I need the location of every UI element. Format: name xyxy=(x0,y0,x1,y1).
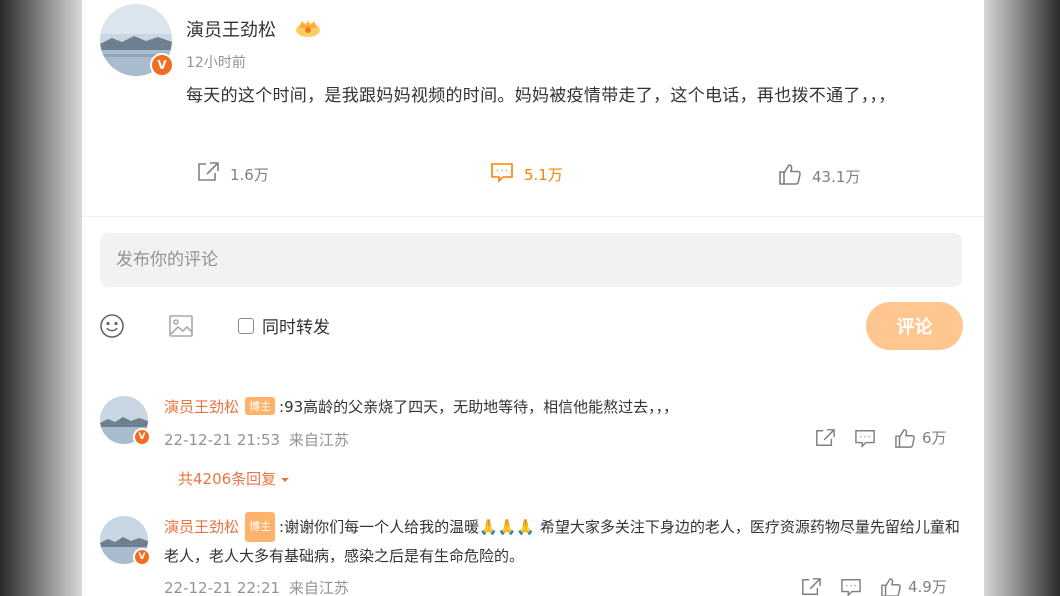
comment-like-button[interactable]: 4.9万 xyxy=(880,576,947,596)
repost-label: 同时转发 xyxy=(262,318,330,338)
comment-meta: 22-12-21 22:21 来自江苏 xyxy=(164,577,349,596)
comment-share-button[interactable] xyxy=(814,428,836,448)
share-count: 1.6万 xyxy=(230,165,269,184)
like-count: 43.1万 xyxy=(812,167,861,186)
comment-icon xyxy=(490,161,514,187)
comment-source: 来自江苏 xyxy=(288,431,349,449)
comment-count: 5.1万 xyxy=(524,165,563,184)
comment-like-count: 4.9万 xyxy=(908,578,947,596)
section-divider xyxy=(82,216,984,217)
comment-body: 演员王劲松 博主:93高龄的父亲烧了四天，无助地等待，相信他能熬过去，，， xyxy=(164,396,678,417)
thumbs-up-icon xyxy=(778,163,802,189)
verified-icon: V xyxy=(150,53,174,77)
verified-icon: V xyxy=(133,428,151,446)
vip-crown-icon xyxy=(295,18,321,42)
image-upload-icon[interactable] xyxy=(168,313,194,343)
comment-text: :谢谢你们每一个人给我的温暖🙏🙏🙏 希望大家多关注下身边的老人，医疗资源药物尽量… xyxy=(164,518,960,565)
post-time[interactable]: 12小时前 xyxy=(186,52,246,72)
post-content: 每天的这个时间，是我跟妈妈视频的时间。妈妈被疫情带走了，这个电话，再也拨不通了，… xyxy=(186,86,896,106)
comment-author[interactable]: 演员王劲松 xyxy=(164,398,239,416)
comment-source: 来自江苏 xyxy=(288,579,349,596)
replies-label: 共4206条回复 xyxy=(178,470,277,488)
video-background-left xyxy=(0,0,82,596)
weibo-post-page: V 演员王劲松 12小时前 每天的这个时间，是我跟妈妈视频的时间。妈妈被疫情带走… xyxy=(82,0,984,596)
comment-actions: 4.9万 xyxy=(782,576,947,596)
comment-time: 22-12-21 21:53 xyxy=(164,431,281,449)
share-icon xyxy=(196,161,220,187)
author-name[interactable]: 演员王劲松 xyxy=(186,16,276,42)
comment-meta: 22-12-21 21:53 来自江苏 xyxy=(164,429,349,450)
author-badge: 博主 xyxy=(245,512,276,542)
submit-comment-button[interactable]: 评论 xyxy=(866,302,963,350)
comment-body: 演员王劲松 博主:谢谢你们每一个人给我的温暖🙏🙏🙏 希望大家多关注下身边的老人，医… xyxy=(164,512,964,570)
comment-reply-button[interactable] xyxy=(854,428,876,448)
comment-input[interactable] xyxy=(100,233,962,287)
checkbox-box[interactable] xyxy=(238,317,254,334)
caret-down-icon xyxy=(280,470,290,488)
comment-button[interactable]: 5.1万 xyxy=(490,161,563,187)
comment-author[interactable]: 演员王劲松 xyxy=(164,518,239,536)
comment-time: 22-12-21 22:21 xyxy=(164,579,281,596)
view-replies-link[interactable]: 共4206条回复 xyxy=(178,468,290,489)
comment-like-button[interactable]: 6万 xyxy=(894,427,947,448)
verified-icon: V xyxy=(133,548,151,566)
repost-checkbox[interactable]: 同时转发 xyxy=(238,313,330,338)
emoji-icon[interactable] xyxy=(99,313,125,343)
comment-like-count: 6万 xyxy=(922,429,947,447)
share-button[interactable]: 1.6万 xyxy=(196,161,269,187)
comment-reply-button[interactable] xyxy=(840,577,862,596)
comment-share-button[interactable] xyxy=(800,577,822,596)
author-badge: 博主 xyxy=(245,397,276,415)
video-background-right xyxy=(984,0,1060,596)
comment-actions: 6万 xyxy=(796,427,947,448)
comment-text: :93高龄的父亲烧了四天，无助地等待，相信他能熬过去，，， xyxy=(279,398,679,416)
like-button[interactable]: 43.1万 xyxy=(778,163,860,189)
